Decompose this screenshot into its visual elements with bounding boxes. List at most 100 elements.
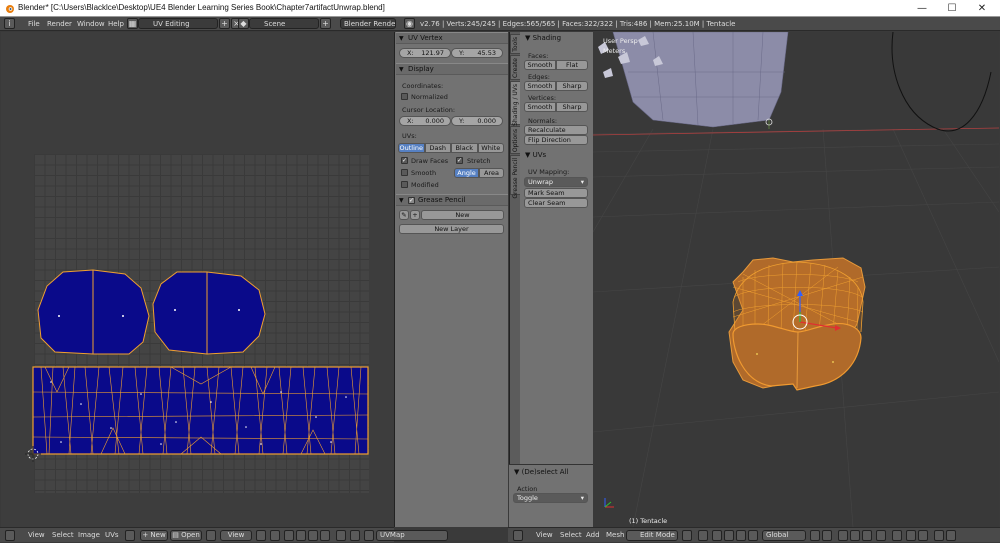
edge-select-icon[interactable]	[296, 530, 306, 541]
stretch-angle-button[interactable]: Angle	[454, 168, 479, 178]
normalized-checkbox[interactable]	[401, 93, 408, 100]
faces-flat-button[interactable]: Flat	[556, 60, 588, 70]
image-browse-icon[interactable]	[125, 530, 135, 541]
vertex-select-icon[interactable]	[284, 530, 294, 541]
uvs-panel-header[interactable]: ▼ UVs	[525, 151, 546, 159]
image-open-button[interactable]: ▤ Open	[170, 530, 202, 541]
screen-layout-icon[interactable]: ▦	[127, 18, 138, 29]
rotate-icon[interactable]	[736, 530, 746, 541]
grease-pencil-panel-header[interactable]: ▼ ✓ Grease Pencil	[396, 194, 508, 206]
editor-type-icon[interactable]: i	[4, 18, 15, 29]
menu-window[interactable]: Window	[77, 19, 105, 29]
stretch-checkbox[interactable]: ✓	[456, 157, 463, 164]
maximize-button[interactable]: ☐	[937, 0, 967, 17]
uv-menu-image[interactable]: Image	[78, 531, 100, 539]
vertices-smooth-button[interactable]: Smooth	[524, 102, 556, 112]
view3d-menu-mesh[interactable]: Mesh	[606, 531, 624, 539]
image-new-button[interactable]: + New	[140, 530, 168, 541]
flip-direction-button[interactable]: Flip Direction	[524, 135, 588, 145]
opengl-anim-icon[interactable]	[946, 530, 956, 541]
recalculate-button[interactable]: Recalculate	[524, 125, 588, 135]
menu-help[interactable]: Help	[108, 19, 124, 29]
translate-icon[interactable]	[724, 530, 734, 541]
edges-sharp-button[interactable]: Sharp	[556, 81, 588, 91]
add-icon[interactable]: +	[410, 210, 420, 220]
uv-image-editor[interactable]	[1, 32, 394, 527]
pencil-icon[interactable]: ✎	[399, 210, 409, 220]
uv-menu-select[interactable]: Select	[52, 531, 74, 539]
scene-field[interactable]: Scene	[249, 18, 319, 29]
snap-icon[interactable]	[336, 530, 346, 541]
uv-vertex-y-field[interactable]: Y: 45.53	[451, 48, 503, 58]
view3d-menu-add[interactable]: Add	[586, 531, 600, 539]
stretch-area-button[interactable]: Area	[479, 168, 504, 178]
menu-file[interactable]: File	[28, 19, 40, 29]
draw-faces-checkbox[interactable]: ✓	[401, 157, 408, 164]
island-select-icon[interactable]	[320, 530, 330, 541]
uvmap-field[interactable]: UVMap	[376, 530, 448, 541]
operator-panel-header[interactable]: ▼ (De)select All	[514, 468, 568, 476]
uvmap-browse-icon[interactable]	[364, 530, 374, 541]
sync-selection-icon[interactable]	[270, 530, 280, 541]
pivot-point-icon[interactable]	[698, 530, 708, 541]
modified-checkbox[interactable]	[401, 181, 408, 188]
smooth-checkbox[interactable]	[401, 169, 408, 176]
clear-seam-button[interactable]: Clear Seam	[524, 198, 588, 208]
uv-menu-uvs[interactable]: UVs	[105, 531, 119, 539]
proportional-editing-icon[interactable]	[892, 530, 902, 541]
new-layer-button[interactable]: New Layer	[399, 224, 504, 234]
grease-pencil-new-button[interactable]: New	[421, 210, 504, 220]
snap-element-icon[interactable]	[918, 530, 928, 541]
uv-draw-white-button[interactable]: White	[477, 143, 504, 153]
mark-seam-button[interactable]: Mark Seam	[524, 188, 588, 198]
cursor-x-field[interactable]: X: 0.000	[399, 116, 451, 126]
viewport-scene[interactable]	[593, 32, 999, 527]
minimize-button[interactable]: —	[907, 0, 937, 17]
view3d-menu-view[interactable]: View	[536, 531, 553, 539]
scene-icon[interactable]: ◆	[238, 18, 249, 29]
editor-type-button[interactable]	[513, 530, 523, 541]
close-button[interactable]: ✕	[967, 0, 997, 17]
edges-smooth-button[interactable]: Smooth	[524, 81, 556, 91]
action-select[interactable]: Toggle ▾	[513, 493, 588, 503]
transform-orientation-select[interactable]: Global	[762, 530, 806, 541]
opengl-render-icon[interactable]	[934, 530, 944, 541]
layer-icon-1[interactable]	[810, 530, 820, 541]
vertex-select-mode-icon[interactable]	[838, 530, 848, 541]
unwrap-menu-button[interactable]: Unwrap ▾	[524, 177, 588, 187]
uv-vertex-x-field[interactable]: X: 121.97	[399, 48, 451, 58]
manipulator-toggle-icon[interactable]	[712, 530, 722, 541]
pin-icon[interactable]	[206, 530, 216, 541]
3d-viewport[interactable]: User Persp Meters (1) Tentacle	[593, 32, 999, 527]
occlude-geometry-icon[interactable]	[876, 530, 886, 541]
uv-menu-view[interactable]: View	[28, 531, 45, 539]
viewport-shading-icon[interactable]	[682, 530, 692, 541]
face-select-mode-icon[interactable]	[862, 530, 872, 541]
uv-layout[interactable]	[1, 32, 394, 527]
cursor-y-field[interactable]: Y: 0.000	[451, 116, 503, 126]
vertices-sharp-button[interactable]: Sharp	[556, 102, 588, 112]
uv-draw-outline-button[interactable]: Outline	[398, 143, 425, 153]
layer-icon-2[interactable]	[822, 530, 832, 541]
scale-icon[interactable]	[748, 530, 758, 541]
mode-select[interactable]: Edit Mode	[626, 530, 678, 541]
scene-add-button[interactable]: +	[320, 18, 331, 29]
screen-layout-field[interactable]: UV Editing	[138, 18, 218, 29]
faces-smooth-button[interactable]: Smooth	[524, 60, 556, 70]
grease-pencil-checkbox[interactable]: ✓	[408, 197, 415, 204]
edge-select-mode-icon[interactable]	[850, 530, 860, 541]
view-mode-select[interactable]: View	[220, 530, 252, 541]
uv-draw-black-button[interactable]: Black	[451, 143, 478, 153]
display-panel-header[interactable]: ▼ Display	[396, 63, 508, 75]
pivot-icon[interactable]	[256, 530, 266, 541]
menu-render[interactable]: Render	[47, 19, 72, 29]
face-select-icon[interactable]	[308, 530, 318, 541]
uv-vertex-panel-header[interactable]: ▼ UV Vertex	[396, 32, 508, 44]
view3d-menu-select[interactable]: Select	[560, 531, 582, 539]
proportional-edit-icon[interactable]	[350, 530, 360, 541]
editor-type-button[interactable]	[5, 530, 15, 541]
snap-toggle-icon[interactable]	[906, 530, 916, 541]
render-engine-select[interactable]: Blender Render	[340, 18, 396, 29]
shading-panel-header[interactable]: ▼ Shading	[525, 34, 561, 42]
screen-add-button[interactable]: +	[219, 18, 230, 29]
